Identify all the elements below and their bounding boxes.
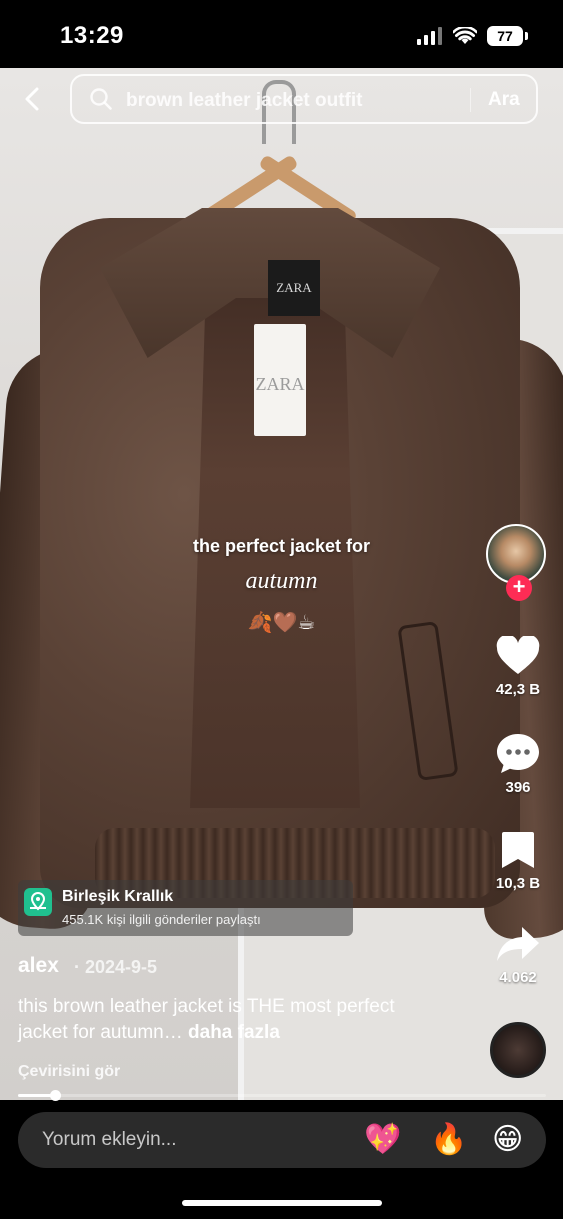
video-progress-bar[interactable] [18,1090,546,1101]
search-button[interactable]: Ara [488,89,520,111]
location-subtitle: 455.1K kişi ilgili gönderiler paylaştı [62,912,261,927]
save-button[interactable]: 10,3 B [481,830,555,892]
comment-input-bar[interactable]: Yorum ekleyin... 💖 🔥 😁 [18,1112,546,1168]
comment-icon [497,734,539,773]
search-bar[interactable]: brown leather jacket outfit Ara [70,74,538,124]
battery-indicator: 77 [487,26,528,46]
save-count: 10,3 B [495,875,541,892]
brand-label: ZARA [268,260,320,316]
post-date: · 2024-9-5 [74,957,158,977]
overlay-text-line2: autumn [245,568,318,594]
wifi-icon [453,27,477,44]
username[interactable]: alex [18,954,59,978]
signal-icon [417,27,442,45]
like-button[interactable]: 42,3 B [481,634,555,698]
bookmark-icon [502,832,534,868]
translate-link[interactable]: Çevirisini gör [18,1063,120,1081]
comment-button[interactable]: 396 [481,732,555,796]
search-divider [470,88,471,112]
search-icon [90,88,112,110]
like-count: 42,3 B [495,681,541,698]
comment-input[interactable]: Yorum ekleyin... [42,1129,176,1151]
emoji-grin[interactable]: 😁 [492,1122,523,1158]
back-arrow-icon[interactable] [20,86,46,112]
emoji-heart-sparkle[interactable]: 💖 [364,1122,401,1158]
location-title: Birleşik Krallık [62,888,174,905]
location-pin-icon [24,888,52,916]
share-button[interactable]: 4.062 [481,924,555,986]
status-bar: 13:29 77 [0,0,563,68]
status-icons: 77 [417,26,528,46]
comment-count: 396 [505,779,531,796]
share-count: 4.062 [499,969,537,986]
heart-icon [496,634,540,674]
music-disc-icon[interactable] [490,1022,546,1078]
video-progress-handle[interactable] [49,1090,61,1101]
search-input[interactable]: brown leather jacket outfit [126,90,362,112]
price-tag: ZARA [254,324,306,436]
home-indicator [182,1200,382,1206]
status-time: 13:29 [60,22,124,49]
follow-button[interactable]: + [506,575,532,601]
overlay-emoji: 🍂🤎☕ [247,612,316,634]
post-caption[interactable]: this brown leather jacket is THE most pe… [18,994,438,1046]
see-more-link[interactable]: daha fazla [188,1022,280,1043]
location-chip[interactable]: Birleşik Krallık 455.1K kişi ilgili gönd… [18,880,353,936]
overlay-text-line1: the perfect jacket for [192,536,371,556]
emoji-fire[interactable]: 🔥 [430,1122,467,1158]
share-icon [497,927,539,961]
